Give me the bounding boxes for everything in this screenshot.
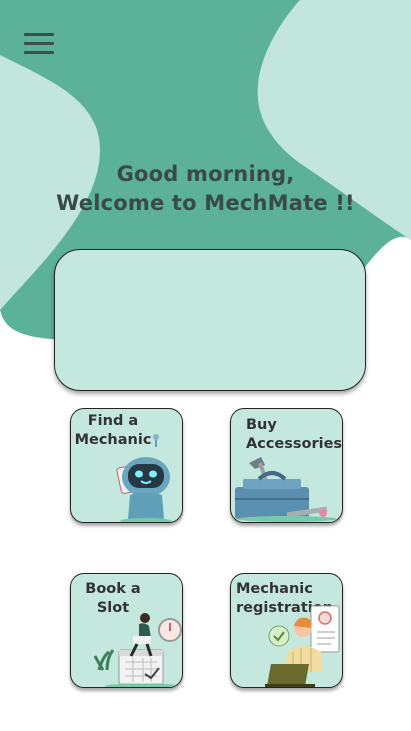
- card-label: Buy Accessories: [246, 417, 343, 452]
- buy-accessories-card[interactable]: Buy Accessories: [230, 408, 343, 523]
- book-slot-card[interactable]: Book a Slot: [70, 573, 183, 688]
- toolbox-icon: [235, 457, 337, 522]
- promo-banner[interactable]: [54, 249, 366, 391]
- calendar-booking-icon: [93, 613, 182, 687]
- menu-bar: [24, 42, 54, 45]
- menu-bar: [24, 51, 54, 54]
- menu-bar: [24, 33, 54, 36]
- greeting-line-1: Good morning,: [116, 162, 295, 186]
- menu-button[interactable]: [22, 31, 56, 57]
- greeting-line-2: Welcome to MechMate !!: [56, 191, 355, 215]
- mechanic-registration-icon: [265, 605, 340, 687]
- greeting: Good morning, Welcome to MechMate !!: [0, 160, 411, 218]
- mechanic-registration-card[interactable]: Mechanic registration: [230, 573, 343, 688]
- find-mechanic-card[interactable]: Find a Mechanic: [70, 408, 183, 523]
- robot-icon: [116, 434, 172, 522]
